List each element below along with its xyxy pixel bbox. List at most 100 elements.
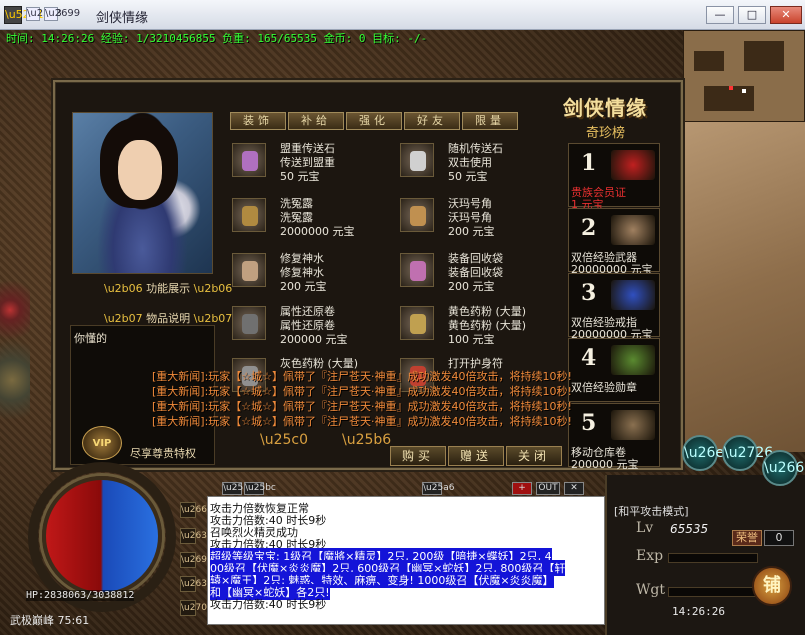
rank-price: 200000 元宝 [571,458,639,471]
player-marker [742,89,746,93]
exp-label: Exp [636,548,664,564]
tab-limited[interactable]: 限量 [462,112,518,130]
item-price: 50 元宝 [448,170,488,183]
chat-scroll-down-icon[interactable]: \u25bc [244,482,276,495]
rank-item[interactable]: 4 双倍经验勋章 [568,338,660,402]
medal-icon[interactable] [611,345,655,375]
next-page-icon[interactable]: \u25b6 [342,432,391,448]
prev-page-icon[interactable]: \u25c0 [260,432,308,448]
stone-icon[interactable] [400,143,434,177]
news-line: [重大新闻]:玩家【☆城☆】佩带了『注尸苍天·神重』成功激发40倍攻击，将持续1… [152,370,572,383]
mail-icon[interactable]: \u2709 [180,600,213,616]
shop-item[interactable]: 黄色药粉 (大量) 黄色药粉 (大量) 100 元宝 [400,303,568,351]
powder-icon[interactable] [400,306,434,340]
rank-number: 2 [581,215,597,241]
group-icon[interactable]: \u2637 [180,528,213,544]
status-line: 时间: 14:26:26 经验: 1/3210456855 负重: 165/65… [6,32,428,45]
scroll-icon[interactable] [232,306,266,340]
buy-button[interactable]: 购买 [390,446,446,466]
tab-enhance[interactable]: 强化 [346,112,402,130]
chat-line: 攻击力倍数:40 时长9秒 [210,598,327,611]
item-price: 100 元宝 [448,333,495,346]
shop-title-area: 剑侠情缘 奇珍榜 [560,88,670,144]
news-line: [重大新闻]:玩家【☆城☆】佩带了『注尸苍天·神重』成功激发40倍攻击，将持续1… [152,385,572,398]
item-price: 200 元宝 [448,225,495,238]
shop-item[interactable]: 属性还原卷 属性还原卷 200000 元宝 [232,303,400,351]
vip-badge-icon[interactable]: VIP [82,426,122,460]
shop-item[interactable]: 盟重传送石 传送到盟重 50 元宝 [232,140,400,188]
shop-button[interactable]: 铺 [752,566,792,606]
hp-mp-orb [42,476,162,596]
chat-out-button[interactable]: OUT [536,482,560,495]
chat-close-button[interactable]: ✕ [564,482,584,495]
desc-label: \u2b07 物品说明 \u2b07 [104,312,233,325]
rank-number: 5 [581,410,597,436]
news-line: [重大新闻]:玩家【☆城☆】佩带了『注尸苍天·神重』成功激发40倍攻击，将持续1… [152,400,572,413]
shop-item[interactable]: 洗冤露 洗冤露 2000000 元宝 [232,195,400,243]
minimize-button[interactable]: — [706,6,734,24]
bag-icon[interactable] [400,253,434,287]
tab-friends[interactable]: 好友 [404,112,460,130]
scene-wall [683,122,805,452]
minimap[interactable] [683,30,805,122]
item-price: 50 元宝 [280,170,320,183]
close-shop-button[interactable]: 关闭 [506,446,562,466]
chat-add-icon[interactable]: + [512,482,532,495]
chat-grid-icon[interactable]: \u25a6 [422,482,454,495]
bottle-icon[interactable] [232,253,266,287]
friend-icon[interactable]: \u263a [180,576,212,592]
scene-character[interactable] [0,230,30,430]
shop-item[interactable]: 装备回收袋 装备回收袋 200 元宝 [400,250,568,298]
portrait-face [118,140,162,200]
maximize-button[interactable]: □ [738,6,766,24]
rank-name: 双倍经验勋章 [571,381,637,394]
item-price: 200 元宝 [280,280,327,293]
vip-card-icon[interactable] [611,150,655,180]
item-price: 200000 元宝 [280,333,348,346]
skill-2-icon[interactable]: \u2726 [722,435,773,471]
guild-icon[interactable]: \u2691 [180,552,213,568]
shop-item[interactable]: 随机传送石 双击使用 50 元宝 [400,140,568,188]
shop-item[interactable]: 修复神水 修复神水 200 元宝 [232,250,400,298]
rank-number: 1 [581,150,597,176]
rank-item[interactable]: 2 双倍经验武器 20000000 元宝 [568,208,660,276]
attack-mode[interactable]: [和平攻击模式] [614,503,689,519]
skill-3-icon[interactable]: \u266b [762,450,805,486]
shop-title: 剑侠情缘 [563,96,647,120]
sword-icon[interactable] [611,215,655,245]
item-price: 2000000 元宝 [280,225,355,238]
news-line: [重大新闻]:玩家【☆城☆】佩带了『注尸苍天·神重』成功激发40倍攻击，将持续1… [152,415,572,428]
rank-item[interactable]: 3 双倍经验戒指 20000000 元宝 [568,273,660,341]
tab-decoration[interactable]: 装饰 [230,112,286,130]
clock: 14:26:26 [672,605,725,618]
item-price: 200 元宝 [448,280,495,293]
weight-bar [668,587,758,597]
potion-icon[interactable] [232,198,266,232]
window-title: 剑侠情缘 [96,10,149,25]
horn-icon[interactable] [400,198,434,232]
app-icon[interactable]: \u5251 [4,6,44,24]
description-text: 你懂的 [74,332,107,345]
wgt-label: Wgt [636,582,665,598]
hp-text: HP:2838063/3038812 [26,590,135,601]
toolbar-icon-1[interactable]: \u25a3 [26,7,62,21]
tab-supply[interactable]: 补给 [288,112,344,130]
rank-number: 3 [581,280,597,306]
location-text: 武极巅峰 75:61 [10,614,90,627]
sound-icon[interactable]: \u266a [180,502,212,518]
rank-item[interactable]: 5 移动仓库卷 200000 元宝 [568,403,660,471]
rank-item[interactable]: 1 贵族会员证 1 元宝 [568,143,660,211]
stone-icon[interactable] [232,143,266,177]
chat-scroll-up-icon[interactable]: \u25b2 [222,482,255,495]
window-titlebar: \u5251 \u25a3 \u2699 剑侠情缘 — □ ✕ [0,0,805,30]
close-window-button[interactable]: ✕ [770,6,802,24]
honor-button[interactable]: 荣誉 [732,530,762,546]
func-label: \u2b06 功能展示 \u2b06 [104,282,233,295]
toolbar-icon-2[interactable]: \u2699 [44,7,80,21]
skill-1-icon[interactable]: \u26e8 [682,435,733,471]
shop-item[interactable]: 沃玛号角 沃玛号角 200 元宝 [400,195,568,243]
ring-icon[interactable] [611,280,655,310]
vip-label[interactable]: 尽享尊贵特权 [130,445,196,461]
scroll-icon[interactable] [611,410,655,440]
gift-button[interactable]: 赠送 [448,446,504,466]
